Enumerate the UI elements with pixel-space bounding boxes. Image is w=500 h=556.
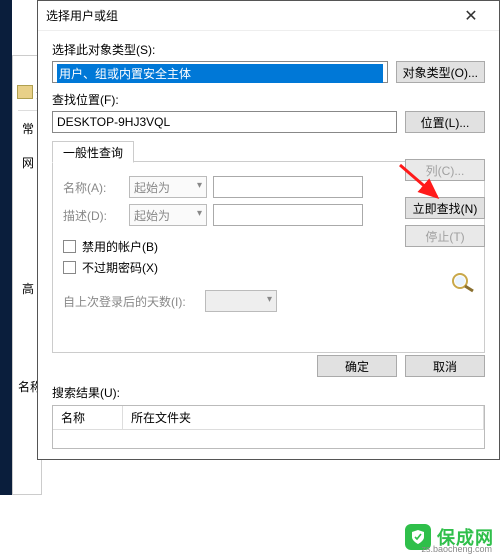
background-stripe	[0, 0, 12, 495]
stop-button: 停止(T)	[405, 225, 485, 247]
lastlogon-label: 自上次登录后的天数(I):	[63, 293, 197, 310]
cancel-button[interactable]: 取消	[405, 355, 485, 377]
location-field[interactable]	[52, 111, 397, 133]
object-type-label: 选择此对象类型(S):	[52, 41, 485, 58]
columns-button: 列(C)...	[405, 159, 485, 181]
locations-button[interactable]: 位置(L)...	[405, 111, 485, 133]
find-now-button[interactable]: 立即查找(N)	[405, 197, 485, 219]
bg-text-1: 常	[22, 120, 34, 137]
desc-label: 描述(D):	[63, 207, 123, 224]
column-name[interactable]: 名称	[53, 406, 123, 429]
bg-text-2: 网	[22, 154, 34, 171]
close-button[interactable]: ✕	[451, 2, 491, 30]
bg-text-3: 高	[22, 280, 34, 297]
column-folder[interactable]: 所在文件夹	[123, 406, 484, 429]
non-expiring-checkbox[interactable]	[63, 261, 76, 274]
object-types-button[interactable]: 对象类型(O)...	[396, 61, 485, 83]
disabled-accounts-checkbox[interactable]	[63, 240, 76, 253]
titlebar: 选择用户或组 ✕	[38, 1, 499, 31]
non-expiring-label: 不过期密码(X)	[82, 259, 158, 276]
results-table[interactable]: 名称 所在文件夹	[52, 405, 485, 449]
object-type-value: 用户、组或内置安全主体	[57, 64, 383, 83]
divider	[18, 110, 38, 111]
disabled-accounts-label: 禁用的帐户(B)	[82, 238, 158, 255]
dialog-title: 选择用户或组	[46, 7, 451, 24]
folder-icon	[17, 85, 33, 99]
tab-general-query[interactable]: 一般性查询	[52, 141, 134, 163]
object-type-field[interactable]: 用户、组或内置安全主体	[52, 61, 388, 83]
name-label: 名称(A):	[63, 179, 123, 196]
location-label: 查找位置(F):	[52, 91, 485, 108]
results-label: 搜索结果(U):	[52, 384, 120, 401]
desc-match-combo[interactable]: 起始为	[129, 204, 207, 226]
select-users-dialog: 选择用户或组 ✕ 选择此对象类型(S): 用户、组或内置安全主体 对象类型(O)…	[37, 0, 500, 460]
desc-field[interactable]	[213, 204, 363, 226]
lastlogon-combo[interactable]	[205, 290, 277, 312]
name-field[interactable]	[213, 176, 363, 198]
watermark-url: zs.baocheng.com	[421, 544, 492, 554]
ok-button[interactable]: 确定	[317, 355, 397, 377]
name-match-combo[interactable]: 起始为	[129, 176, 207, 198]
magnifier-icon	[449, 271, 479, 293]
